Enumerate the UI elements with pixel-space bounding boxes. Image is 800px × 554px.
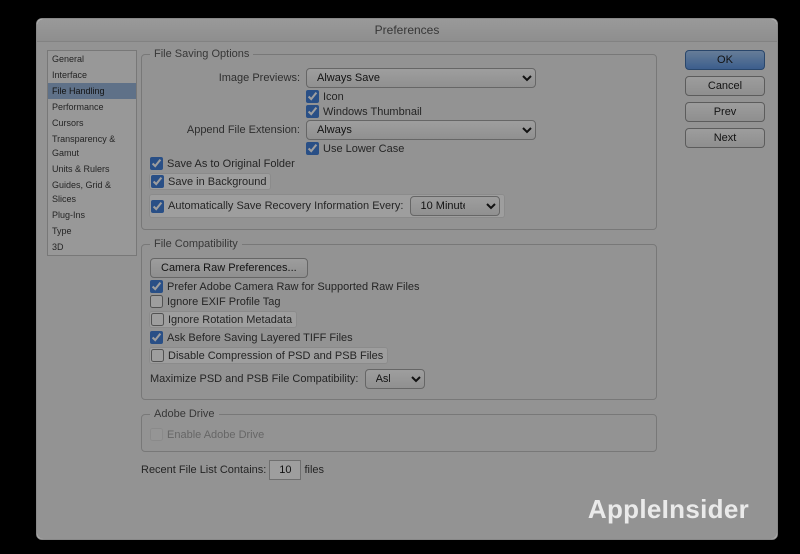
sidebar-item-plug-ins[interactable]: Plug-Ins [48,207,136,223]
adobe-drive-legend: Adobe Drive [150,408,219,420]
adobe-drive-group: Adobe Drive Enable Adobe Drive [141,408,657,452]
autosave-checkbox[interactable] [151,200,164,213]
ask-tiff-row: Ask Before Saving Layered TIFF Files [150,331,648,344]
max-compat-select[interactable]: Ask [365,369,425,389]
windows-thumbnail-checkbox[interactable] [306,105,319,118]
sidebar-item-cursors[interactable]: Cursors [48,115,136,131]
ignore-rotation-row: Ignore Rotation Metadata [150,312,296,327]
window-body: GeneralInterfaceFile HandlingPerformance… [37,42,777,60]
ignore-exif-label: Ignore EXIF Profile Tag [167,296,281,308]
fso-legend: File Saving Options [150,48,253,60]
save-in-background-row: Save in Background [150,174,270,189]
win-thumb-row: Windows Thumbnail [306,105,648,118]
next-button[interactable]: Next [685,128,765,148]
autosave-label: Automatically Save Recovery Information … [168,200,403,212]
disable-compression-row: Disable Compression of PSD and PSB Files [150,348,387,363]
save-as-orig-row: Save As to Original Folder [150,157,648,170]
file-saving-options-group: File Saving Options Image Previews: Alwa… [141,48,657,230]
ok-button[interactable]: OK [685,50,765,70]
prev-button[interactable]: Prev [685,102,765,122]
dialog-buttons: OK Cancel Prev Next [685,50,765,154]
sidebar-item-transparency-gamut[interactable]: Transparency & Gamut [48,131,136,161]
preferences-window: Preferences GeneralInterfaceFile Handlin… [36,18,778,540]
enable-adobe-drive-row: Enable Adobe Drive [150,428,648,441]
recent-files-row: Recent File List Contains: files [141,460,657,480]
ask-before-tiff-checkbox[interactable] [150,331,163,344]
enable-adobe-drive-label: Enable Adobe Drive [167,429,264,441]
prefer-adobe-camera-raw-label: Prefer Adobe Camera Raw for Supported Ra… [167,281,420,293]
save-as-original-checkbox[interactable] [150,157,163,170]
cancel-button[interactable]: Cancel [685,76,765,96]
icon-checkbox-row: Icon [306,90,648,103]
sidebar-item-interface[interactable]: Interface [48,67,136,83]
watermark: AppleInsider [588,494,749,525]
recent-files-suffix: files [304,464,324,476]
save-in-background-label: Save in Background [168,176,266,188]
sidebar-item-type[interactable]: Type [48,223,136,239]
sidebar-item-file-handling[interactable]: File Handling [48,83,136,99]
prefer-raw-row: Prefer Adobe Camera Raw for Supported Ra… [150,280,648,293]
autosave-interval-select[interactable]: 10 Minutes [410,196,500,216]
ignore-rotation-metadata-label: Ignore Rotation Metadata [168,314,292,326]
prefer-adobe-camera-raw-checkbox[interactable] [150,280,163,293]
use-lower-case-label: Use Lower Case [323,143,404,155]
recent-files-prefix: Recent File List Contains: [141,464,266,476]
save-as-original-label: Save As to Original Folder [167,158,295,170]
icon-checkbox-label: Icon [323,91,344,103]
recent-files-count-input[interactable] [269,460,301,480]
sidebar-item-3d[interactable]: 3D [48,239,136,255]
ignore-exif-row: Ignore EXIF Profile Tag [150,295,648,308]
window-title: Preferences [37,19,777,42]
sidebar-item-guides-grid-slices[interactable]: Guides, Grid & Slices [48,177,136,207]
append-ext-label: Append File Extension: [150,124,306,136]
image-previews-label: Image Previews: [150,72,306,84]
disable-compression-checkbox[interactable] [151,349,164,362]
ask-before-tiff-label: Ask Before Saving Layered TIFF Files [167,332,353,344]
autosave-row: Automatically Save Recovery Information … [150,195,504,217]
enable-adobe-drive-checkbox [150,428,163,441]
save-in-background-checkbox[interactable] [151,175,164,188]
camera-raw-prefs-button[interactable]: Camera Raw Preferences... [150,258,308,278]
icon-checkbox[interactable] [306,90,319,103]
sidebar-item-performance[interactable]: Performance [48,99,136,115]
sidebar-item-general[interactable]: General [48,51,136,67]
main-panel: File Saving Options Image Previews: Alwa… [141,48,657,482]
ignore-rotation-metadata-checkbox[interactable] [151,313,164,326]
use-lower-row: Use Lower Case [306,142,648,155]
file-compatibility-group: File Compatibility Camera Raw Preference… [141,238,657,400]
disable-compression-label: Disable Compression of PSD and PSB Files [168,350,383,362]
append-ext-select[interactable]: Always [306,120,536,140]
fc-legend: File Compatibility [150,238,242,250]
windows-thumbnail-label: Windows Thumbnail [323,106,422,118]
image-previews-select[interactable]: Always Save [306,68,536,88]
use-lower-case-checkbox[interactable] [306,142,319,155]
max-compat-label: Maximize PSD and PSB File Compatibility: [150,373,358,385]
ignore-exif-checkbox[interactable] [150,295,163,308]
sidebar-item-units-rulers[interactable]: Units & Rulers [48,161,136,177]
category-sidebar: GeneralInterfaceFile HandlingPerformance… [47,50,137,256]
